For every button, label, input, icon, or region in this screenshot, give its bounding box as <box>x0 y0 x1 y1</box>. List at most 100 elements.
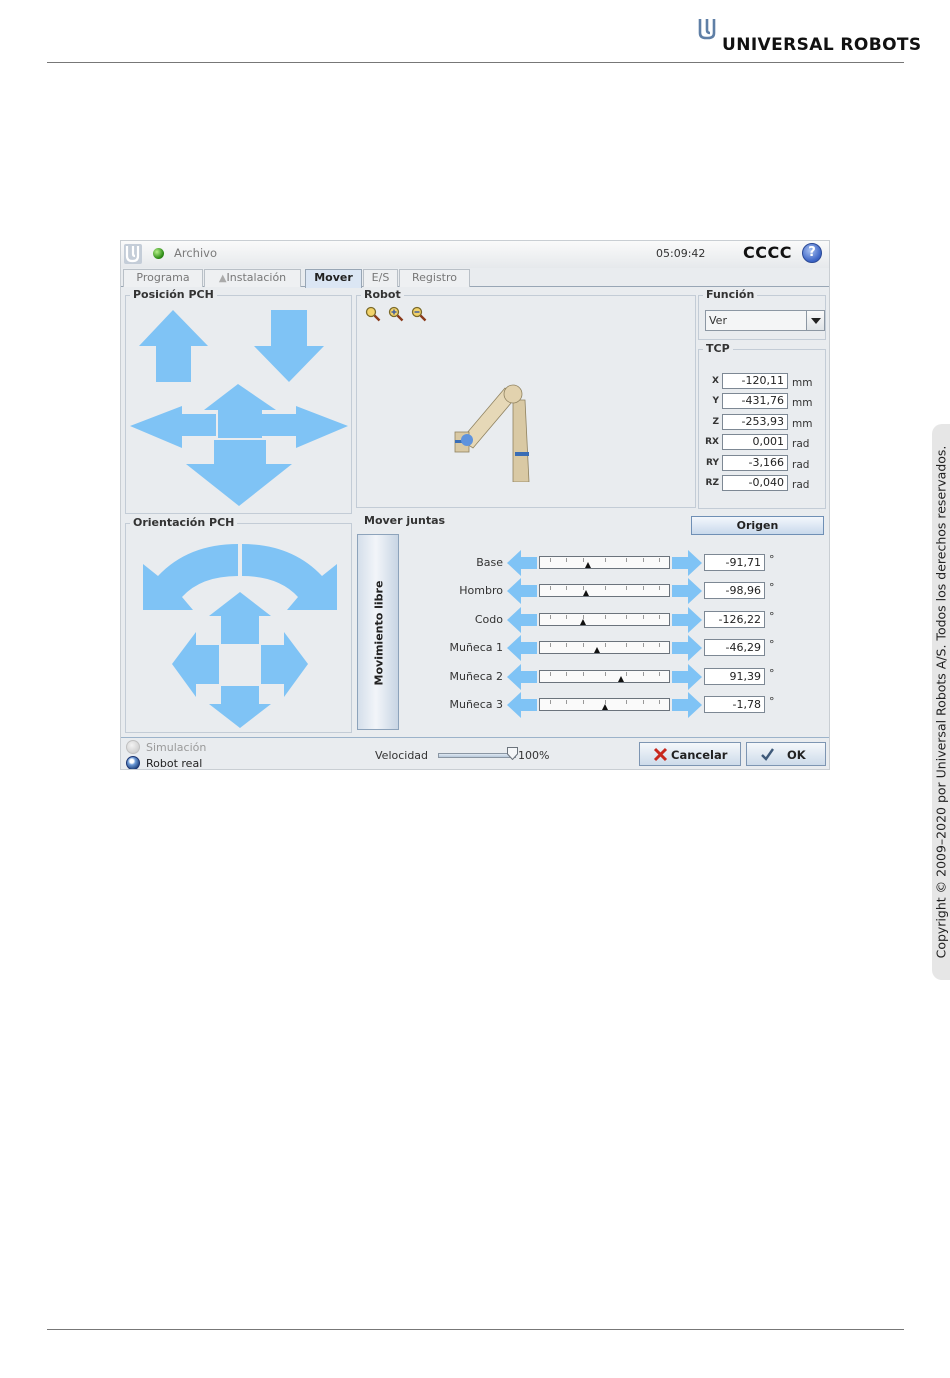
slider-tick <box>626 614 627 619</box>
ur-mark-icon <box>698 19 716 40</box>
tcp-label: RZ <box>705 478 719 488</box>
robot-view-panel: Robot <box>356 288 696 508</box>
move-right-arrow-icon[interactable] <box>262 406 348 448</box>
slider-tick <box>643 643 644 648</box>
tilt-left-arrow-icon[interactable] <box>172 632 219 697</box>
tab-programa[interactable]: Programa <box>123 269 203 287</box>
zoom-in-icon[interactable] <box>388 306 404 322</box>
tcp-unit: mm <box>792 397 813 409</box>
tcp-x-field[interactable]: -120,11 <box>722 373 788 389</box>
tcp-unit: mm <box>792 418 813 430</box>
tab-registro[interactable]: Registro <box>399 269 470 287</box>
joint-unit: ° <box>769 695 775 708</box>
tcp-unit: mm <box>792 377 813 389</box>
joint-decrease-arrow-icon[interactable] <box>507 550 537 576</box>
joint-increase-arrow-icon[interactable] <box>672 692 702 718</box>
tilt-right-arrow-icon[interactable] <box>261 632 308 697</box>
joint-position-slider <box>539 556 670 569</box>
joint-decrease-arrow-icon[interactable] <box>507 606 537 633</box>
joint-value-field[interactable]: -1,78 <box>704 696 765 713</box>
tab-mover[interactable]: Mover <box>305 269 362 288</box>
slider-tick <box>583 558 584 562</box>
cancel-button[interactable]: Cancelar <box>639 742 741 766</box>
tcp-row-x: X -120,11 mm <box>699 373 824 391</box>
title-bar: Archivo 05:09:42 CCCC ? <box>121 241 829 268</box>
speed-slider-handle[interactable] <box>507 747 518 760</box>
tcp-label: Y <box>712 396 719 406</box>
joint-decrease-arrow-icon[interactable] <box>507 663 537 690</box>
tcp-z-field[interactable]: -253,93 <box>722 414 788 430</box>
universal-robots-logo: UNIVERSAL ROBOTS <box>698 18 921 56</box>
footer-rule <box>47 1329 904 1330</box>
real-robot-radio[interactable] <box>126 756 140 769</box>
joint-name: Muñeca 1 <box>449 641 504 655</box>
tcp-label: Z <box>712 417 719 427</box>
speed-value: 100% <box>518 749 550 762</box>
tilt-down-arrow-icon[interactable] <box>209 686 271 728</box>
slider-tick <box>550 643 551 648</box>
speed-slider[interactable] <box>438 753 516 758</box>
checkmark-icon <box>761 748 774 761</box>
joint-decrease-arrow-icon[interactable] <box>507 578 537 605</box>
joint-increase-arrow-icon[interactable] <box>672 635 702 662</box>
tcp-rx-field[interactable]: 0,001 <box>722 434 788 450</box>
simulation-radio[interactable] <box>126 740 140 754</box>
joint-row: Codo -126,22 ° <box>411 606 826 633</box>
rotate-ccw-arrow-icon[interactable] <box>143 544 238 610</box>
copyright-notice: Copyright © 2009–2020 por Universal Robo… <box>933 445 949 959</box>
move-down-arrow-icon[interactable] <box>254 310 324 382</box>
tcp-orientation-panel: Orientación PCH <box>125 516 352 733</box>
joint-increase-arrow-icon[interactable] <box>672 550 702 576</box>
select-value: Ver <box>709 314 727 327</box>
help-icon[interactable]: ? <box>802 243 822 263</box>
slider-tick <box>566 558 567 562</box>
ok-button[interactable]: OK <box>746 742 826 766</box>
real-robot-label: Robot real <box>146 757 203 770</box>
joint-unit: ° <box>769 553 775 566</box>
joint-value-field[interactable]: -46,29 <box>704 639 765 657</box>
move-tab-content: Posición PCH Orientación PCH Robot Funci… <box>121 287 829 737</box>
rotate-cw-arrow-icon[interactable] <box>242 544 337 610</box>
slider-tick <box>550 671 551 676</box>
joint-increase-arrow-icon[interactable] <box>672 606 702 633</box>
joint-name: Muñeca 2 <box>449 669 504 683</box>
move-backward-arrow-icon[interactable] <box>186 440 292 506</box>
tcp-ry-field[interactable]: -3,166 <box>722 455 788 471</box>
joint-decrease-arrow-icon[interactable] <box>507 692 537 718</box>
joint-value-field[interactable]: 91,39 <box>704 667 765 685</box>
function-select[interactable]: Ver <box>705 310 825 331</box>
close-icon <box>653 747 668 762</box>
joint-increase-arrow-icon[interactable] <box>672 578 702 605</box>
joint-position-marker <box>618 675 624 682</box>
tcp-y-field[interactable]: -431,76 <box>722 393 788 409</box>
simulation-label: Simulación <box>146 741 207 754</box>
origin-button[interactable]: Origen <box>691 516 824 535</box>
slider-tick <box>566 586 567 591</box>
joint-value-field[interactable]: -126,22 <box>704 610 765 628</box>
tcp-rz-field[interactable]: -0,040 <box>722 475 788 491</box>
slider-tick <box>605 586 606 591</box>
slider-tick <box>550 700 551 704</box>
slider-tick <box>659 614 660 619</box>
zoom-fit-icon[interactable] <box>365 306 381 322</box>
joint-decrease-arrow-icon[interactable] <box>507 635 537 662</box>
joint-position-marker <box>580 618 586 625</box>
chevron-down-icon[interactable] <box>806 311 824 330</box>
freedrive-button[interactable]: Movimiento libre <box>357 534 399 730</box>
joint-value-field[interactable]: -98,96 <box>704 582 765 600</box>
polyscope-screenshot: Archivo 05:09:42 CCCC ? Programa ▲Instal… <box>120 240 830 770</box>
slider-tick <box>626 586 627 591</box>
joint-value-field[interactable]: -91,71 <box>704 554 765 571</box>
zoom-out-icon[interactable] <box>411 306 427 322</box>
tab-instalacion[interactable]: ▲Instalación <box>204 269 301 287</box>
move-up-arrow-icon[interactable] <box>139 310 208 382</box>
file-menu[interactable]: Archivo <box>174 246 217 260</box>
joint-position-slider <box>539 669 670 683</box>
tilt-up-arrow-icon[interactable] <box>209 592 271 644</box>
move-left-arrow-icon[interactable] <box>130 406 216 448</box>
joint-position-marker <box>583 590 589 597</box>
slider-tick <box>659 558 660 562</box>
joint-increase-arrow-icon[interactable] <box>672 663 702 690</box>
tab-es[interactable]: E/S <box>363 269 398 287</box>
joint-unit: ° <box>769 666 775 680</box>
